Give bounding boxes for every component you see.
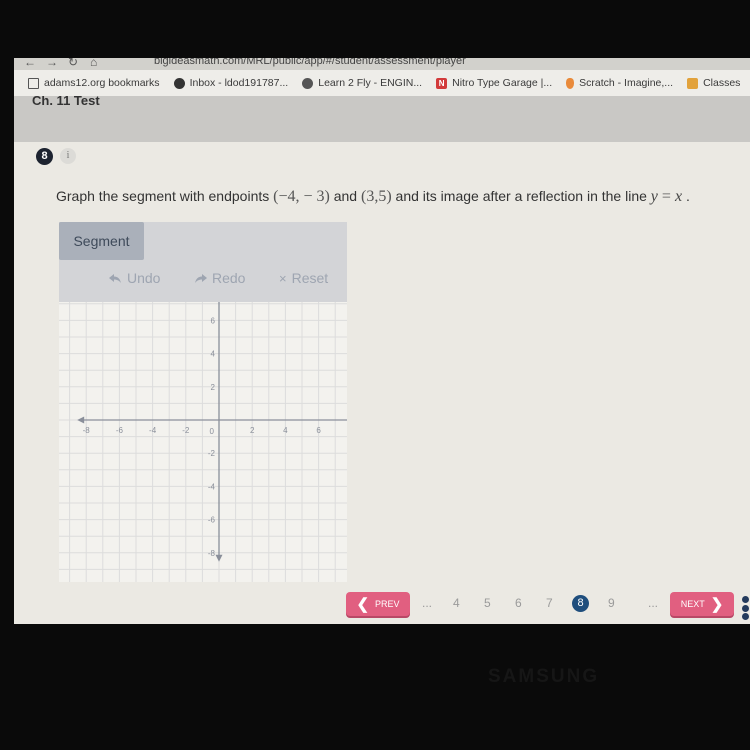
line-equation-x: x	[674, 188, 683, 205]
learn2fly-icon	[302, 77, 314, 89]
bookmark-adams12[interactable]: adams12.org bookmarks	[28, 77, 160, 89]
bookmark-label: Classes	[703, 77, 741, 89]
pagination-ellipsis[interactable]: ...	[422, 596, 432, 610]
nitro-type-icon: N	[436, 77, 448, 89]
bookmark-label: Learn 2 Fly - ENGIN...	[318, 77, 423, 89]
bookmark-label: Inbox - ldod191787...	[189, 77, 289, 89]
back-icon[interactable]: ←	[24, 58, 36, 69]
x-tick-label: -2	[182, 426, 190, 435]
info-icon[interactable]: i	[60, 148, 76, 164]
undo-icon	[109, 273, 121, 283]
chevron-right-icon: ❯	[710, 595, 724, 613]
y-tick-label: -8	[208, 549, 216, 558]
bookmark-label: Nitro Type Garage |...	[452, 77, 553, 89]
question-number-badge: 8	[36, 148, 53, 165]
classes-icon	[687, 77, 699, 89]
graph-canvas[interactable]: -8-6-4-224688642-2-4-6-80	[59, 302, 347, 582]
assessment-header: Ch. 11 Test	[14, 96, 750, 142]
close-icon: ×	[279, 270, 287, 286]
prompt-text: and its image after a reflection in the …	[395, 188, 647, 204]
bookmark-label: adams12.org bookmarks	[44, 77, 160, 89]
x-tick-label: -6	[116, 426, 124, 435]
photo-of-laptop-screen: ← → ↻ ⌂ bigideasmath.com/MRL/public/app/…	[0, 0, 750, 750]
x-axis-arrow-left-icon	[77, 416, 85, 424]
globe-icon	[173, 77, 185, 89]
coordinate-plane[interactable]: -8-6-4-224688642-2-4-6-80	[59, 302, 347, 582]
y-axis-arrow-down-icon	[215, 554, 223, 562]
page-9[interactable]: 9	[608, 596, 615, 610]
redo-button[interactable]: Redo	[194, 270, 245, 286]
bookmark-inbox[interactable]: Inbox - ldod191787...	[173, 77, 289, 89]
page-7[interactable]: 7	[546, 596, 553, 610]
reload-icon[interactable]: ↻	[68, 58, 78, 69]
redo-icon	[195, 273, 207, 283]
chevron-left-icon: ❮	[356, 595, 370, 613]
endpoint-2: (3,5)	[360, 188, 392, 205]
x-tick-label: 6	[316, 426, 321, 435]
page-8-current[interactable]: 8	[572, 595, 589, 612]
prompt-text: Graph the segment with endpoints	[56, 188, 270, 204]
y-tick-label: -2	[208, 449, 216, 458]
scratch-icon	[566, 77, 575, 89]
origin-label: 0	[210, 427, 215, 436]
home-icon[interactable]: ⌂	[90, 58, 97, 69]
graph-toolbar: Segment Undo Redo × Reset	[59, 222, 347, 302]
bookmark-learn2fly[interactable]: Learn 2 Fly - ENGIN...	[302, 77, 422, 89]
y-tick-label: 4	[211, 350, 216, 359]
y-tick-label: 2	[211, 383, 216, 392]
prev-button[interactable]: ❮ PREV	[346, 592, 410, 616]
y-tick-label: 6	[211, 316, 216, 325]
segment-tool-button[interactable]: Segment	[59, 222, 144, 260]
line-equation-equals: =	[657, 188, 675, 205]
bookmark-classes[interactable]: Classes	[687, 77, 740, 89]
folder-icon	[28, 77, 39, 89]
y-tick-label: -4	[208, 482, 216, 491]
question-content: 8 i Graph the segment with endpoints (−4…	[14, 142, 750, 624]
forward-icon[interactable]: →	[46, 58, 58, 69]
x-tick-label: 4	[283, 426, 288, 435]
laptop-brand-logo: SAMSUNG	[488, 666, 600, 687]
bookmark-nitro-type[interactable]: N Nitro Type Garage |...	[436, 77, 552, 89]
reset-label: Reset	[291, 270, 329, 286]
browser-window: ← → ↻ ⌂ bigideasmath.com/MRL/public/app/…	[14, 58, 750, 624]
next-button[interactable]: NEXT ❯	[670, 592, 734, 616]
prompt-text: and	[333, 188, 358, 204]
page-6[interactable]: 6	[515, 596, 522, 610]
bookmark-label: Scratch - Imagine,...	[579, 77, 674, 89]
pagination-ellipsis[interactable]: ...	[648, 596, 658, 610]
x-tick-label: -8	[83, 426, 91, 435]
prev-label: PREV	[375, 599, 400, 609]
redo-label: Redo	[212, 270, 246, 286]
url-text[interactable]: bigideasmath.com/MRL/public/app/#/studen…	[154, 58, 466, 67]
bookmark-scratch[interactable]: Scratch - Imagine,...	[566, 77, 673, 89]
reset-button[interactable]: × Reset	[279, 270, 328, 286]
address-bar[interactable]: ← → ↻ ⌂ bigideasmath.com/MRL/public/app/…	[14, 58, 750, 70]
undo-button[interactable]: Undo	[109, 270, 160, 286]
question-prompt: Graph the segment with endpoints (−4, − …	[56, 188, 690, 206]
bookmarks-bar: adams12.org bookmarks Inbox - ldod191787…	[14, 70, 750, 96]
line-equation-y: y	[650, 188, 658, 205]
endpoint-1: (−4, − 3)	[273, 188, 330, 205]
x-tick-label: 2	[250, 426, 255, 435]
more-options-icon[interactable]	[742, 596, 750, 620]
page-4[interactable]: 4	[453, 596, 460, 610]
question-pagination: ❮ PREV ... 4 5 6 7 8 9 ... NEXT ❯	[14, 588, 750, 620]
test-title: Ch. 11 Test	[32, 96, 100, 106]
x-tick-label: -4	[149, 426, 157, 435]
y-tick-label: -6	[208, 516, 216, 525]
prompt-period: .	[685, 188, 690, 204]
undo-label: Undo	[127, 270, 161, 286]
next-label: NEXT	[680, 599, 705, 609]
page-5[interactable]: 5	[484, 596, 491, 610]
